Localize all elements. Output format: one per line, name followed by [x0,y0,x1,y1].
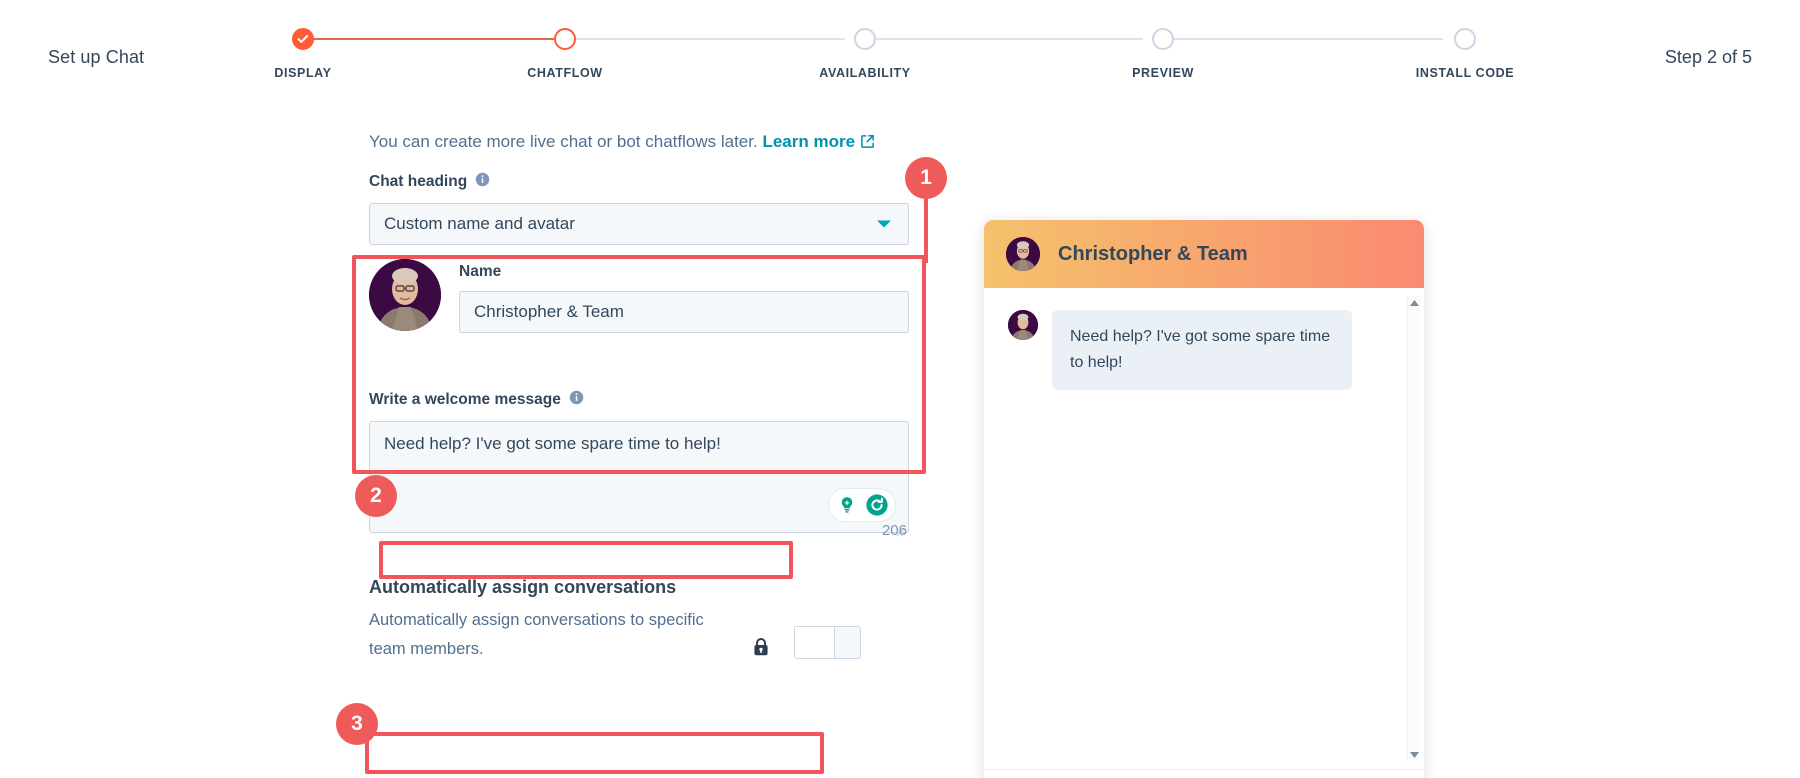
stepper-step-chatflow[interactable]: CHATFLOW [485,28,645,80]
stepper-step-install-code[interactable]: INSTALL CODE [1385,28,1545,80]
avatar-name-row: Name Christopher & Team [369,259,909,333]
chevron-down-icon[interactable] [876,214,892,234]
auto-assign-title: Automatically assign conversations [369,577,677,597]
top-bar: Set up Chat Step 2 of 5 DISPLAY CHATFLOW [0,0,1800,100]
lightbulb-suggest-icon[interactable] [833,491,861,519]
stepper-label-chatflow: CHATFLOW [527,66,603,80]
external-link-icon[interactable] [860,134,875,154]
content-area: You can create more live chat or bot cha… [0,100,1800,778]
welcome-message-label: Write a welcome message [369,391,561,408]
chat-heading-section: Chat heading Custom name and avatar Name… [369,172,909,333]
name-input-value: Christopher & Team [474,302,624,321]
chat-message-bubble: Need help? I've got some spare time to h… [1052,310,1352,390]
chat-widget-header: Christopher & Team [984,220,1424,288]
name-field: Name Christopher & Team [459,259,909,333]
welcome-label-row: Write a welcome message [369,390,909,410]
step-counter: Step 2 of 5 [1664,47,1752,67]
chat-heading-select-value: Custom name and avatar [384,214,575,233]
stepper-label-availability: AVAILABILITY [819,66,911,80]
name-input[interactable]: Christopher & Team [459,291,909,333]
auto-assign-description: Automatically assign conversations to sp… [369,611,704,658]
setup-stepper: DISPLAY CHATFLOW AVAILABILITY PREVIEW IN… [274,28,1518,88]
name-label: Name [459,263,502,280]
info-icon[interactable] [569,390,584,410]
lock-icon [752,637,770,662]
toggle-knob [795,627,835,658]
chat-widget-body: Need help? I've got some spare time to h… [984,288,1424,770]
stepper-line-1 [303,38,554,40]
chat-heading-label-row: Chat heading [369,172,909,192]
stepper-label-preview: PREVIEW [1132,66,1194,80]
stepper-label-install-code: INSTALL CODE [1415,66,1515,80]
chat-setup-page: Set up Chat Step 2 of 5 DISPLAY CHATFLOW [0,0,1800,778]
chat-heading-label: Chat heading [369,173,468,190]
auto-assign-toggle[interactable] [794,626,861,659]
check-icon [294,30,312,48]
auto-assign-section: Automatically assign conversations Autom… [369,577,909,664]
avatar [1006,237,1040,271]
stepper-line-4 [1163,38,1443,40]
stepper-label-display: DISPLAY [274,66,332,80]
avatar[interactable] [369,259,441,331]
chat-body-scrollbar[interactable] [1407,296,1420,761]
info-icon[interactable] [475,172,490,192]
scroll-down-arrow-icon[interactable] [1409,749,1420,760]
welcome-message-section: Write a welcome message Need help? I've … [369,390,909,539]
step-dot-availability [854,28,876,50]
lead-text-row: You can create more live chat or bot cha… [369,132,875,154]
chat-widget-footer [984,770,1424,778]
character-count: 206 [881,522,907,539]
avatar-photo [1006,237,1040,271]
welcome-message-textarea[interactable]: Need help? I've got some spare time to h… [369,421,909,537]
annotation-badge-3: 3 [336,703,378,745]
step-dot-display [292,28,314,50]
stepper-line-2 [565,38,845,40]
chat-heading-select[interactable]: Custom name and avatar [369,203,909,245]
avatar [1008,310,1038,340]
learn-more-link[interactable]: Learn more [762,132,855,151]
annotation-badge-1: 1 [905,157,947,199]
page-title: Set up Chat [48,47,145,67]
scroll-up-arrow-icon[interactable] [1409,297,1420,308]
stepper-step-availability[interactable]: AVAILABILITY [785,28,945,80]
step-dot-install-code [1454,28,1476,50]
lead-text: You can create more live chat or bot cha… [369,132,758,151]
stepper-step-preview[interactable]: PREVIEW [1083,28,1243,80]
chat-widget-preview: Christopher & Team Need help? I've got s… [984,220,1424,778]
annotation-badge-2: 2 [355,475,397,517]
chat-message-row: Need help? I've got some spare time to h… [1008,310,1400,390]
regenerate-icon[interactable] [863,491,891,519]
chat-widget-title: Christopher & Team [1058,242,1248,265]
avatar-photo [369,259,441,331]
stepper-step-display[interactable]: DISPLAY [223,28,383,80]
welcome-message-value: Need help? I've got some spare time to h… [384,434,721,453]
stepper-line-3 [865,38,1143,40]
step-dot-preview [1152,28,1174,50]
avatar-photo [1008,310,1038,340]
step-dot-chatflow [554,28,576,50]
ai-actions-group [828,488,896,522]
